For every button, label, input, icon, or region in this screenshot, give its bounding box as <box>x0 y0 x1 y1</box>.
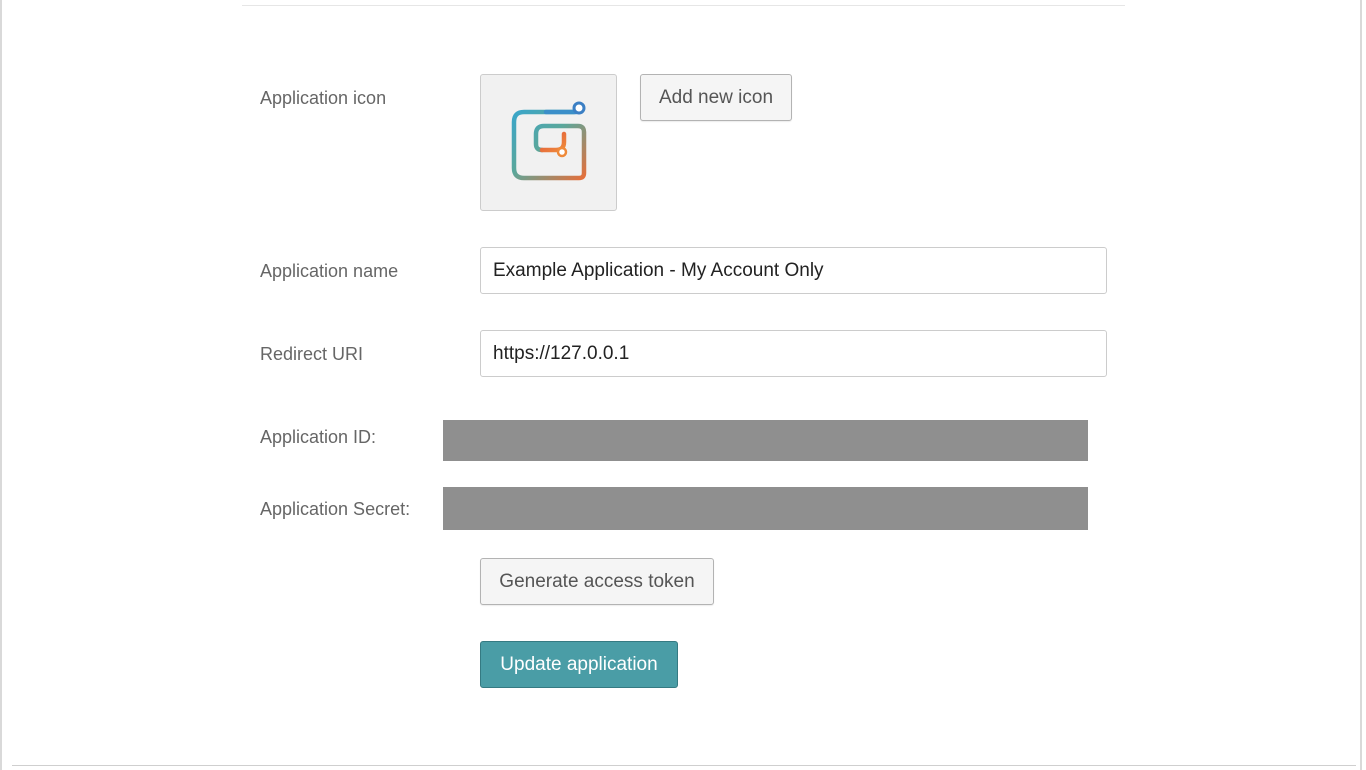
application-id-redacted <box>443 420 1088 461</box>
top-divider <box>242 5 1125 6</box>
redirect-uri-input[interactable] <box>480 330 1107 377</box>
application-id-label: Application ID: <box>260 427 377 447</box>
application-name-label: Application name <box>260 261 399 281</box>
application-icon-preview <box>480 74 617 211</box>
redirect-uri-label: Redirect URI <box>260 344 364 364</box>
add-new-icon-button[interactable]: Add new icon <box>640 74 792 121</box>
application-name-input[interactable] <box>480 247 1107 294</box>
application-icon-label: Application icon <box>260 88 387 108</box>
bottom-divider <box>12 765 1356 766</box>
generate-access-token-button[interactable]: Generate access token <box>480 558 714 605</box>
app-logo-icon <box>511 101 586 180</box>
application-secret-redacted <box>443 487 1088 530</box>
application-secret-label: Application Secret: <box>260 499 411 519</box>
page-frame: Application icon Add new icon Applicatio… <box>0 0 1362 770</box>
update-application-button[interactable]: Update application <box>480 641 678 688</box>
